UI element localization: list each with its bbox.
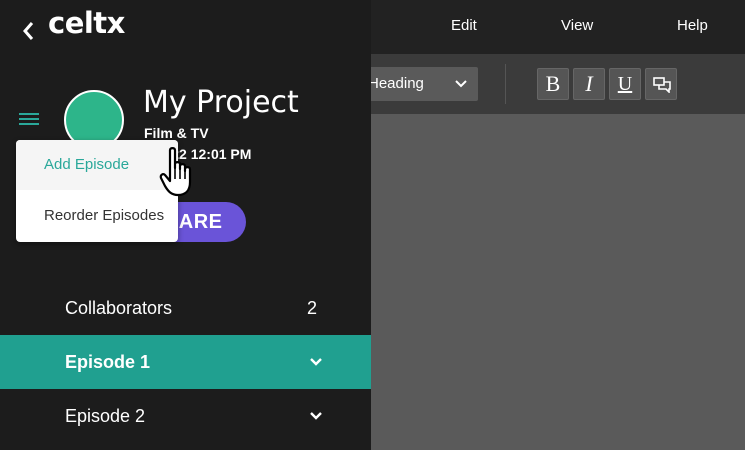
episode-row-2[interactable]: Episode 2 xyxy=(0,389,371,443)
celtx-logo[interactable]: celtx xyxy=(48,6,125,40)
comment-button[interactable] xyxy=(645,68,677,100)
menu-help[interactable]: Help xyxy=(677,0,708,54)
hand-cursor-icon xyxy=(159,147,192,197)
project-title: My Project xyxy=(143,85,299,120)
underline-button[interactable]: U xyxy=(609,68,641,100)
menu-edit[interactable]: Edit xyxy=(451,0,477,54)
episode-row-1[interactable]: Episode 1 xyxy=(0,335,371,389)
comment-icon xyxy=(653,77,671,93)
add-episode-menu-item[interactable]: Add Episode xyxy=(16,140,178,190)
toolbar-divider xyxy=(505,64,506,104)
chevron-down-icon xyxy=(455,80,467,88)
italic-button[interactable]: I xyxy=(573,68,605,100)
reorder-episodes-menu-item[interactable]: Reorder Episodes xyxy=(16,191,178,241)
menu-view[interactable]: View xyxy=(561,0,593,54)
chevron-down-icon[interactable] xyxy=(309,410,323,422)
collaborators-row[interactable]: Collaborators 2 xyxy=(0,281,371,335)
collaborators-count: 2 xyxy=(306,298,317,318)
paragraph-style-value: Heading xyxy=(368,75,424,92)
back-arrow-icon[interactable] xyxy=(20,18,36,44)
episode-options-menu: Add Episode Reorder Episodes xyxy=(16,140,178,242)
chevron-down-icon[interactable] xyxy=(309,356,323,368)
episode-1-label: Episode 1 xyxy=(65,352,151,372)
hamburger-menu-icon[interactable] xyxy=(19,112,39,126)
collaborators-label: Collaborators xyxy=(65,298,173,318)
episode-2-label: Episode 2 xyxy=(65,406,146,426)
project-type: Film & TV xyxy=(144,125,209,141)
bold-button[interactable]: B xyxy=(537,68,569,100)
